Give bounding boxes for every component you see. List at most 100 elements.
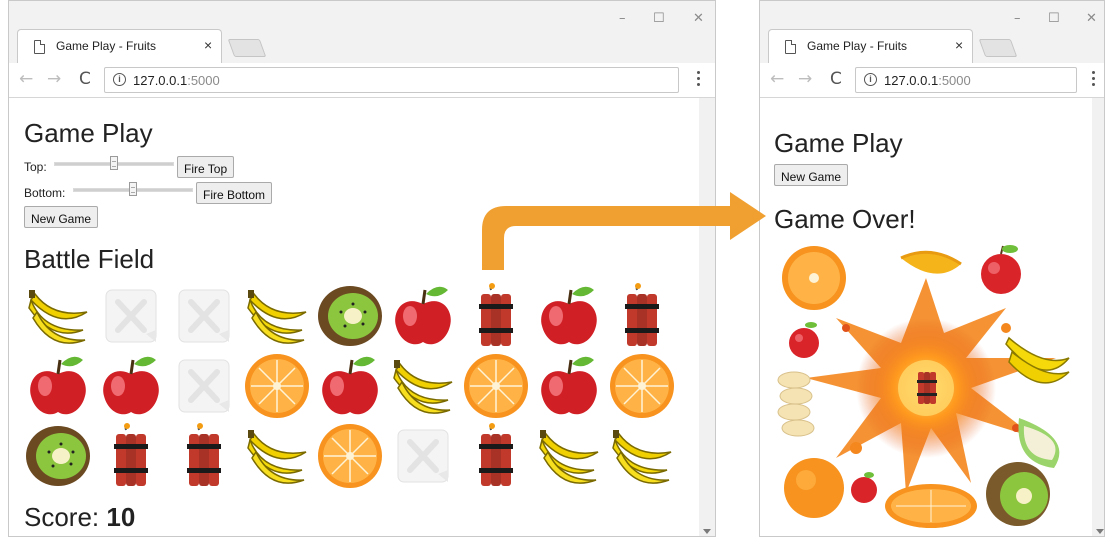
apple-icon bbox=[388, 282, 458, 350]
tab-title: Game Play - Fruits bbox=[56, 39, 157, 53]
maximize-button[interactable]: ☐ bbox=[653, 11, 665, 26]
scrollbar[interactable] bbox=[1092, 98, 1104, 536]
apple-icon bbox=[851, 472, 877, 503]
battle-field-heading: Battle Field bbox=[24, 244, 155, 274]
new-tab-button[interactable] bbox=[978, 39, 1018, 57]
browser-menu-icon[interactable] bbox=[697, 71, 701, 89]
banana-icon bbox=[1005, 336, 1070, 384]
new-tab-button[interactable] bbox=[227, 39, 267, 57]
right-browser-window: – ☐ ✕ Game Play - Fruits × ← → C i 127.0… bbox=[759, 0, 1105, 537]
empty-cell-icon bbox=[96, 282, 166, 350]
browser-toolbar: ← → C i 127.0.0.1:5000 bbox=[760, 63, 1104, 98]
page-content: Game Play Top: Fire Top Bottom: Fire Bot… bbox=[9, 98, 699, 536]
title-bar: – ☐ ✕ Game Play - Fruits × bbox=[9, 1, 715, 63]
fire-bottom-button[interactable]: Fire Bottom bbox=[196, 182, 273, 204]
kiwi-icon bbox=[315, 282, 385, 350]
empty-cell-icon bbox=[388, 422, 458, 490]
apple-icon bbox=[534, 282, 604, 350]
maximize-button[interactable]: ☐ bbox=[1048, 11, 1060, 26]
info-icon[interactable]: i bbox=[864, 73, 877, 86]
dynamite-icon bbox=[461, 422, 531, 490]
top-slider-thumb[interactable] bbox=[110, 156, 118, 170]
bottom-slider[interactable] bbox=[73, 182, 193, 196]
url-port: :5000 bbox=[938, 73, 971, 88]
dynamite-icon bbox=[169, 422, 239, 490]
forward-icon[interactable]: → bbox=[798, 69, 812, 89]
page-icon bbox=[785, 40, 796, 54]
score-display: Score: 10 bbox=[24, 502, 135, 533]
minimize-button[interactable]: – bbox=[619, 11, 626, 26]
kiwi-icon bbox=[986, 462, 1050, 526]
reload-icon[interactable]: C bbox=[830, 69, 842, 89]
empty-cell-icon bbox=[169, 282, 239, 350]
fire-top-button[interactable]: Fire Top bbox=[177, 156, 235, 178]
apple-slice-icon bbox=[1018, 418, 1060, 468]
score-value: 10 bbox=[106, 502, 136, 532]
browser-toolbar: ← → C i 127.0.0.1:5000 bbox=[9, 63, 715, 98]
close-window-button[interactable]: ✕ bbox=[693, 11, 704, 26]
game-over-heading: Game Over! bbox=[774, 204, 916, 234]
mango-icon bbox=[900, 250, 962, 274]
orange-icon bbox=[242, 352, 312, 420]
forward-icon[interactable]: → bbox=[47, 69, 61, 89]
orange-slice-icon bbox=[885, 484, 977, 528]
top-label: Top: bbox=[24, 160, 47, 174]
bottom-label: Bottom: bbox=[24, 186, 66, 200]
url-host: 127.0.0.1 bbox=[133, 73, 188, 88]
back-icon[interactable]: ← bbox=[19, 69, 33, 89]
banana-slices-icon bbox=[777, 371, 815, 437]
dynamite-icon bbox=[607, 282, 677, 350]
banana-icon bbox=[242, 422, 312, 490]
new-game-button[interactable]: New Game bbox=[774, 164, 849, 186]
scroll-down-icon[interactable] bbox=[703, 529, 711, 534]
game-over-fruit-explosion bbox=[777, 245, 1070, 528]
address-bar[interactable]: i 127.0.0.1:5000 bbox=[855, 67, 1077, 93]
page-title: Game Play bbox=[774, 128, 903, 158]
apple-icon bbox=[789, 322, 819, 358]
info-icon[interactable]: i bbox=[113, 73, 126, 86]
tab-close-icon[interactable]: × bbox=[204, 37, 212, 53]
page-title: Game Play bbox=[24, 118, 153, 148]
orange-icon bbox=[461, 352, 531, 420]
banana-icon bbox=[242, 282, 312, 350]
tab-game-play[interactable]: Game Play - Fruits × bbox=[768, 29, 973, 63]
banana-icon bbox=[534, 422, 604, 490]
back-icon[interactable]: ← bbox=[770, 69, 784, 89]
close-window-button[interactable]: ✕ bbox=[1086, 11, 1097, 26]
score-label: Score: bbox=[24, 502, 100, 532]
title-bar: – ☐ ✕ Game Play - Fruits × bbox=[760, 1, 1104, 63]
orange-icon bbox=[784, 458, 844, 518]
page-content: Game Play New Game Game Over! bbox=[760, 98, 1092, 536]
tab-close-icon[interactable]: × bbox=[955, 37, 963, 53]
bottom-slider-thumb[interactable] bbox=[129, 182, 137, 196]
top-slider[interactable] bbox=[54, 156, 174, 170]
battle-field-grid bbox=[23, 282, 683, 492]
reload-icon[interactable]: C bbox=[79, 69, 91, 89]
banana-icon bbox=[607, 422, 677, 490]
apple-icon bbox=[96, 352, 166, 420]
dynamite-icon bbox=[461, 282, 531, 350]
orange-icon bbox=[607, 352, 677, 420]
empty-cell-icon bbox=[169, 352, 239, 420]
scroll-down-icon[interactable] bbox=[1096, 529, 1104, 534]
browser-menu-icon[interactable] bbox=[1092, 71, 1096, 89]
banana-icon bbox=[23, 282, 93, 350]
apple-icon bbox=[315, 352, 385, 420]
url-host: 127.0.0.1 bbox=[884, 73, 939, 88]
dynamite-icon bbox=[917, 372, 937, 404]
kiwi-icon bbox=[23, 422, 93, 490]
apple-icon bbox=[534, 352, 604, 420]
page-icon bbox=[34, 40, 45, 54]
orange-icon bbox=[782, 246, 846, 310]
url-port: :5000 bbox=[187, 73, 220, 88]
new-game-button[interactable]: New Game bbox=[24, 206, 99, 228]
minimize-button[interactable]: – bbox=[1014, 11, 1021, 26]
address-bar[interactable]: i 127.0.0.1:5000 bbox=[104, 67, 679, 93]
tab-game-play[interactable]: Game Play - Fruits × bbox=[17, 29, 222, 63]
tab-title: Game Play - Fruits bbox=[807, 39, 908, 53]
apple-icon bbox=[981, 245, 1021, 294]
banana-icon bbox=[388, 352, 458, 420]
scrollbar[interactable] bbox=[699, 98, 715, 536]
apple-icon bbox=[23, 352, 93, 420]
dynamite-icon bbox=[96, 422, 166, 490]
